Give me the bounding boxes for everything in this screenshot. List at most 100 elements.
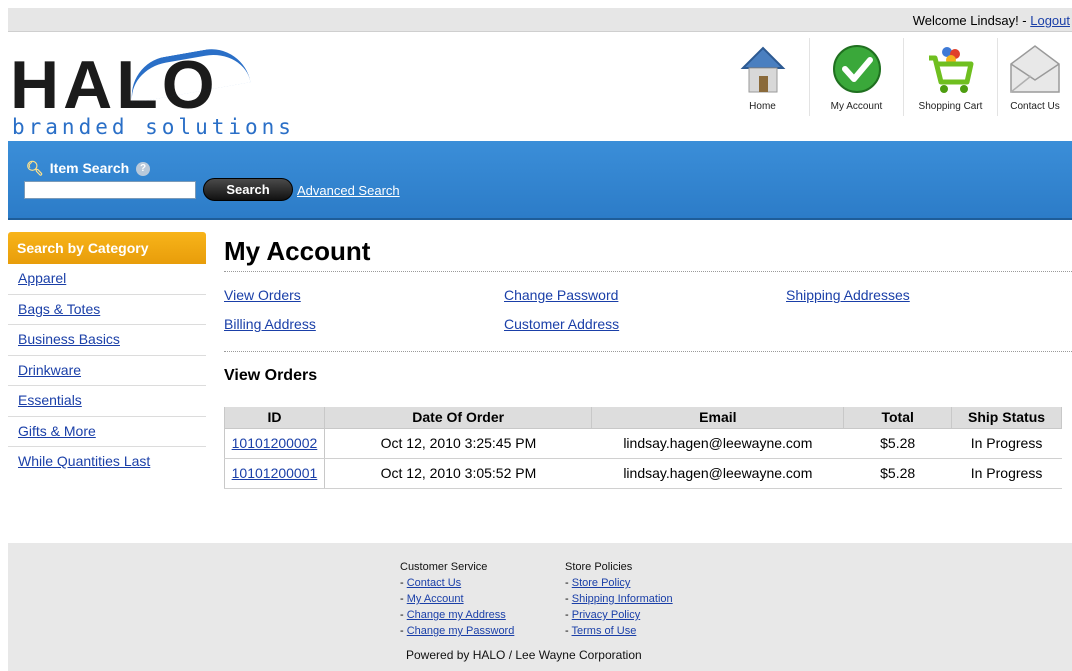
help-icon[interactable]: ? [136, 162, 151, 177]
change-password-link[interactable]: Change Password [504, 287, 618, 303]
order-email-cell: lindsay.hagen@leewayne.com [591, 428, 844, 459]
footer-link-terms-of-use[interactable]: Terms of Use [572, 625, 637, 637]
order-total-cell: $5.28 [843, 458, 952, 489]
shipping-addresses-link[interactable]: Shipping Addresses [786, 287, 910, 303]
footer-link-row: - Contact Us [400, 575, 514, 591]
footer-link-my-account[interactable]: My Account [407, 593, 464, 605]
footer-link-row: - Change my Password [400, 623, 514, 639]
category-link-apparel[interactable]: Apparel [18, 270, 66, 286]
site-header: HALO branded solutions Home My Account S… [8, 33, 1072, 141]
welcome-bar: Welcome Lindsay! - Logout [8, 8, 1072, 32]
page-title: My Account [224, 232, 1072, 272]
order-date-cell: Oct 12, 2010 3:25:45 PM [324, 428, 592, 459]
order-id-link[interactable]: 10101200001 [232, 465, 318, 481]
category-item: Essentials [8, 386, 206, 417]
order-id-link[interactable]: 10101200002 [232, 435, 318, 451]
customer-address-link[interactable]: Customer Address [504, 316, 619, 332]
table-row: 10101200001 Oct 12, 2010 3:05:52 PM lind… [224, 458, 1062, 489]
shopping-cart-icon [928, 47, 973, 93]
category-heading: Search by Category [8, 232, 206, 264]
footer-bullet: - [565, 609, 572, 621]
category-link-business-basics[interactable]: Business Basics [18, 331, 120, 347]
nav-my-account[interactable]: My Account [810, 38, 904, 116]
item-search-label: Item Search [49, 160, 130, 176]
category-sidebar: Search by Category Apparel Bags & Totes … [8, 232, 206, 478]
footer-link-privacy-policy[interactable]: Privacy Policy [572, 609, 640, 621]
powered-by-text: Powered by HALO / Lee Wayne Corporation [406, 648, 642, 662]
order-date-cell: Oct 12, 2010 3:05:52 PM [324, 458, 592, 489]
footer-heading-store-policies: Store Policies [565, 561, 633, 573]
order-id-cell: 10101200001 [224, 458, 325, 489]
footer-link-store-policy[interactable]: Store Policy [572, 577, 631, 589]
logout-link[interactable]: Logout [1030, 13, 1070, 28]
nav-home-label: Home [749, 101, 776, 112]
category-item: Bags & Totes [8, 295, 206, 325]
column-header-email: Email [591, 407, 845, 429]
footer-bullet: - [565, 593, 572, 605]
main-content: My Account View Orders Change Password S… [224, 232, 1072, 489]
footer-link-row: - Change my Address [400, 607, 514, 623]
footer-customer-service: Customer Service - Contact Us - My Accou… [400, 559, 514, 639]
order-status-cell: In Progress [951, 458, 1062, 489]
category-link-while-quantities-last[interactable]: While Quantities Last [18, 453, 150, 469]
search-button[interactable]: Search [203, 178, 293, 201]
category-link-drinkware[interactable]: Drinkware [18, 362, 81, 378]
advanced-search-link[interactable]: Advanced Search [297, 183, 400, 198]
footer-link-row: - Shipping Information [565, 591, 673, 607]
footer-link-row: - Privacy Policy [565, 607, 673, 623]
search-input[interactable] [24, 181, 196, 199]
column-header-total: Total [843, 407, 953, 429]
halo-logo[interactable]: HALO branded solutions [10, 42, 330, 139]
home-icon [740, 46, 785, 93]
footer-store-policies: Store Policies - Store Policy - Shipping… [565, 559, 673, 639]
logo-subtitle: branded solutions [12, 115, 295, 139]
order-total-cell: $5.28 [843, 428, 952, 459]
nav-shopping-cart-label: Shopping Cart [918, 101, 983, 112]
footer-bullet: - [400, 593, 407, 605]
category-item: Apparel [8, 264, 206, 295]
orders-table: ID Date Of Order Email Total Ship Status… [224, 407, 1062, 489]
footer-link-contact-us[interactable]: Contact Us [407, 577, 461, 589]
category-link-gifts-more[interactable]: Gifts & More [18, 423, 96, 439]
footer-bullet: - [400, 577, 407, 589]
site-footer: Customer Service - Contact Us - My Accou… [8, 543, 1072, 671]
footer-link-shipping-information[interactable]: Shipping Information [572, 593, 673, 605]
header-nav: Home My Account Shopping Cart Contact Us [716, 38, 1072, 118]
order-id-cell: 10101200002 [224, 428, 325, 459]
envelope-icon [1010, 45, 1060, 93]
table-header-row: ID Date Of Order Email Total Ship Status [224, 407, 1062, 429]
category-item: Drinkware [8, 356, 206, 386]
footer-link-row: - Store Policy [565, 575, 673, 591]
section-title: View Orders [224, 367, 318, 384]
footer-link-change-password[interactable]: Change my Password [407, 625, 515, 637]
nav-contact-us[interactable]: Contact Us [998, 38, 1072, 116]
table-row: 10101200002 Oct 12, 2010 3:25:45 PM lind… [224, 428, 1062, 459]
welcome-text: Welcome Lindsay! - [912, 13, 1031, 28]
category-list: Apparel Bags & Totes Business Basics Dri… [8, 264, 206, 478]
column-header-id: ID [224, 407, 325, 429]
category-link-essentials[interactable]: Essentials [18, 392, 82, 408]
column-header-ship-status: Ship Status [951, 407, 1062, 429]
item-search-heading: 🔍︎ Item Search ? [26, 160, 151, 177]
footer-link-row: - Terms of Use [565, 623, 673, 639]
category-item: While Quantities Last [8, 447, 206, 478]
nav-shopping-cart[interactable]: Shopping Cart [904, 38, 998, 116]
nav-my-account-label: My Account [830, 101, 883, 112]
view-orders-link[interactable]: View Orders [224, 287, 301, 303]
order-status-cell: In Progress [951, 428, 1062, 459]
footer-link-change-address[interactable]: Change my Address [407, 609, 506, 621]
footer-bullet: - [400, 609, 407, 621]
footer-heading-customer-service: Customer Service [400, 561, 488, 573]
category-item: Business Basics [8, 325, 206, 356]
nav-home[interactable]: Home [716, 38, 810, 116]
footer-bullet: - [400, 625, 407, 637]
category-item: Gifts & More [8, 417, 206, 447]
column-header-date: Date Of Order [323, 407, 593, 429]
checkmark-icon [832, 45, 881, 93]
category-link-bags-totes[interactable]: Bags & Totes [18, 301, 100, 317]
magnifier-icon: 🔍︎ [26, 160, 44, 176]
billing-address-link[interactable]: Billing Address [224, 316, 316, 332]
nav-contact-us-label: Contact Us [1010, 101, 1060, 112]
footer-bullet: - [565, 577, 572, 589]
footer-link-row: - My Account [400, 591, 514, 607]
